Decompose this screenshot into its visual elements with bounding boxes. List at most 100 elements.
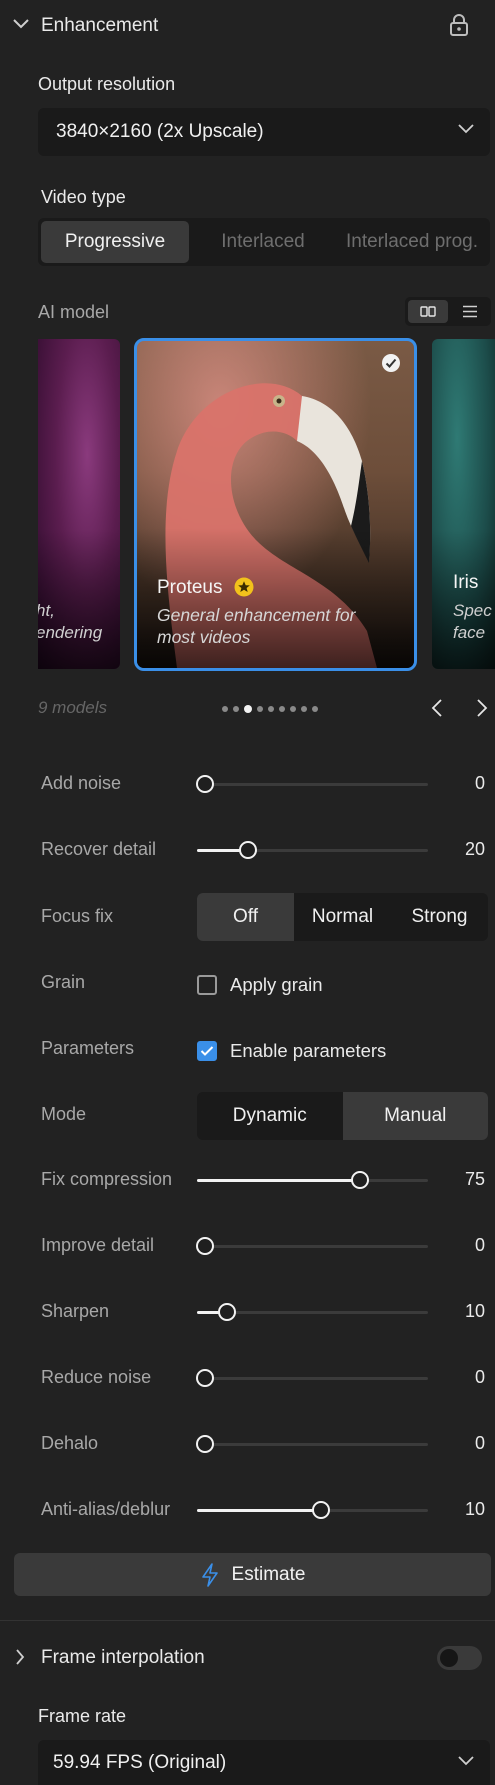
dehalo-slider-handle[interactable] [196,1435,214,1453]
section-divider [0,1620,495,1621]
focus-fix-off[interactable]: Off [197,893,294,941]
model-card-name: Proteus [157,577,223,598]
grid-icon [420,306,436,317]
mode-manual[interactable]: Manual [342,1092,488,1140]
toggle-knob [440,1649,458,1667]
output-resolution-value: 3840×2160 (2x Upscale) [56,121,264,142]
add-noise-value: 0 [474,773,485,793]
carousel-dot[interactable] [222,706,228,712]
estimate-label: Estimate [231,1563,306,1585]
frame-interpolation-title: Frame interpolation [41,1647,205,1668]
reduce-noise-slider-handle[interactable] [196,1369,214,1387]
chevron-down-icon[interactable] [12,18,30,30]
recover-detail-slider-handle[interactable] [239,841,257,859]
mode-segmented: Dynamic Manual [197,1092,488,1140]
carousel-dot[interactable] [301,706,307,712]
add-noise-label: Add noise [41,773,122,793]
reduce-noise-value: 0 [474,1367,485,1387]
estimate-button[interactable]: Estimate [14,1553,491,1596]
section-title: Enhancement [41,15,159,36]
mode-dynamic[interactable]: Dynamic [197,1092,343,1140]
card-shade [432,529,495,669]
reduce-noise-slider-track[interactable] [197,1377,428,1380]
model-card-desc-line: Spec [453,601,492,620]
output-resolution-dropdown[interactable]: 3840×2160 (2x Upscale) [38,108,490,156]
anti-alias-deblur-slider-fill [197,1509,322,1512]
frame-rate-label: Frame rate [38,1706,127,1726]
lightning-icon [201,1562,218,1587]
recover-detail-value: 20 [464,839,485,859]
dehalo-value: 0 [474,1433,485,1453]
video-type-progressive[interactable]: Progressive [41,221,189,263]
card-shade [38,529,120,669]
chevron-left-icon[interactable] [431,699,443,717]
chevron-down-icon [458,124,474,134]
apply-grain-checkbox[interactable] [197,975,217,995]
carousel-dot[interactable] [290,706,296,712]
video-type-interlaced-prog[interactable]: Interlaced prog. [337,221,487,263]
enable-parameters-checkbox[interactable] [197,1041,217,1061]
carousel-dot[interactable] [257,706,263,712]
fix-compression-label: Fix compression [41,1169,173,1189]
model-card-description: General enhancement for [157,605,356,625]
frame-rate-value: 59.94 FPS (Original) [53,1752,227,1773]
view-toggle [405,297,491,326]
dehalo-label: Dehalo [41,1433,99,1453]
dehalo-slider-track[interactable] [197,1443,428,1446]
ai-model-label: AI model [38,302,110,322]
recover-detail-label: Recover detail [41,839,157,859]
frame-rate-dropdown[interactable]: 59.94 FPS (Original) [38,1740,490,1785]
carousel-dot[interactable] [312,706,318,712]
model-card-desc-line: ht, [38,601,55,620]
checkmark-icon [200,1046,214,1056]
model-card-desc-line: endering [38,623,103,642]
improve-detail-label: Improve detail [41,1235,155,1255]
check-circle-icon [382,354,400,372]
carousel-dot[interactable] [233,706,239,712]
anti-alias-deblur-value: 10 [464,1499,485,1519]
frame-interpolation-toggle[interactable] [437,1646,482,1670]
focus-fix-segmented: Off Normal Strong [197,893,488,941]
video-type-interlaced[interactable]: Interlaced [189,221,337,263]
focus-fix-label: Focus fix [41,906,114,926]
lock-icon[interactable] [449,13,469,37]
improve-detail-slider-handle[interactable] [196,1237,214,1255]
grid-view-button[interactable] [408,300,448,323]
carousel-dot[interactable] [244,705,252,713]
chevron-right-icon[interactable] [15,1649,25,1665]
star-badge-icon [234,577,254,597]
chevron-down-icon [458,1756,474,1766]
focus-fix-strong[interactable]: Strong [391,893,488,941]
sharpen-label: Sharpen [41,1301,110,1321]
fix-compression-slider-fill [197,1179,360,1182]
sharpen-slider-handle[interactable] [217,1303,236,1321]
video-type-label: Video type [41,187,126,207]
add-noise-slider-track[interactable] [197,783,428,786]
output-resolution-label: Output resolution [38,74,176,94]
model-card-previous[interactable]: ht, endering [38,339,120,669]
improve-detail-slider-track[interactable] [197,1245,428,1248]
model-card-name: Iris [453,572,479,593]
mode-label: Mode [41,1104,87,1124]
anti-alias-deblur-slider-handle[interactable] [312,1501,331,1519]
anti-alias-deblur-label: Anti-alias/deblur [41,1499,171,1519]
list-view-icon[interactable] [462,305,478,318]
enable-parameters-label: Enable parameters [230,1040,387,1061]
model-count: 9 models [38,698,107,717]
model-card-proteus[interactable]: Proteus General enhancement for most vid… [134,338,417,671]
chevron-right-icon[interactable] [476,699,488,717]
carousel-dot[interactable] [279,706,285,712]
focus-fix-normal[interactable]: Normal [294,893,391,941]
enhancement-header[interactable]: Enhancement [0,0,495,52]
model-card-iris[interactable]: Iris Spec face [432,339,495,669]
fix-compression-value: 75 [464,1169,485,1189]
improve-detail-value: 0 [474,1235,485,1255]
apply-grain-label: Apply grain [230,974,323,995]
video-type-segmented: Progressive Interlaced Interlaced prog. [38,218,490,266]
reduce-noise-label: Reduce noise [41,1367,152,1387]
fix-compression-slider-handle[interactable] [350,1171,369,1189]
parameters-label: Parameters [41,1038,135,1058]
add-noise-slider-handle[interactable] [196,775,214,793]
grain-label: Grain [41,972,86,992]
carousel-dot[interactable] [268,706,274,712]
